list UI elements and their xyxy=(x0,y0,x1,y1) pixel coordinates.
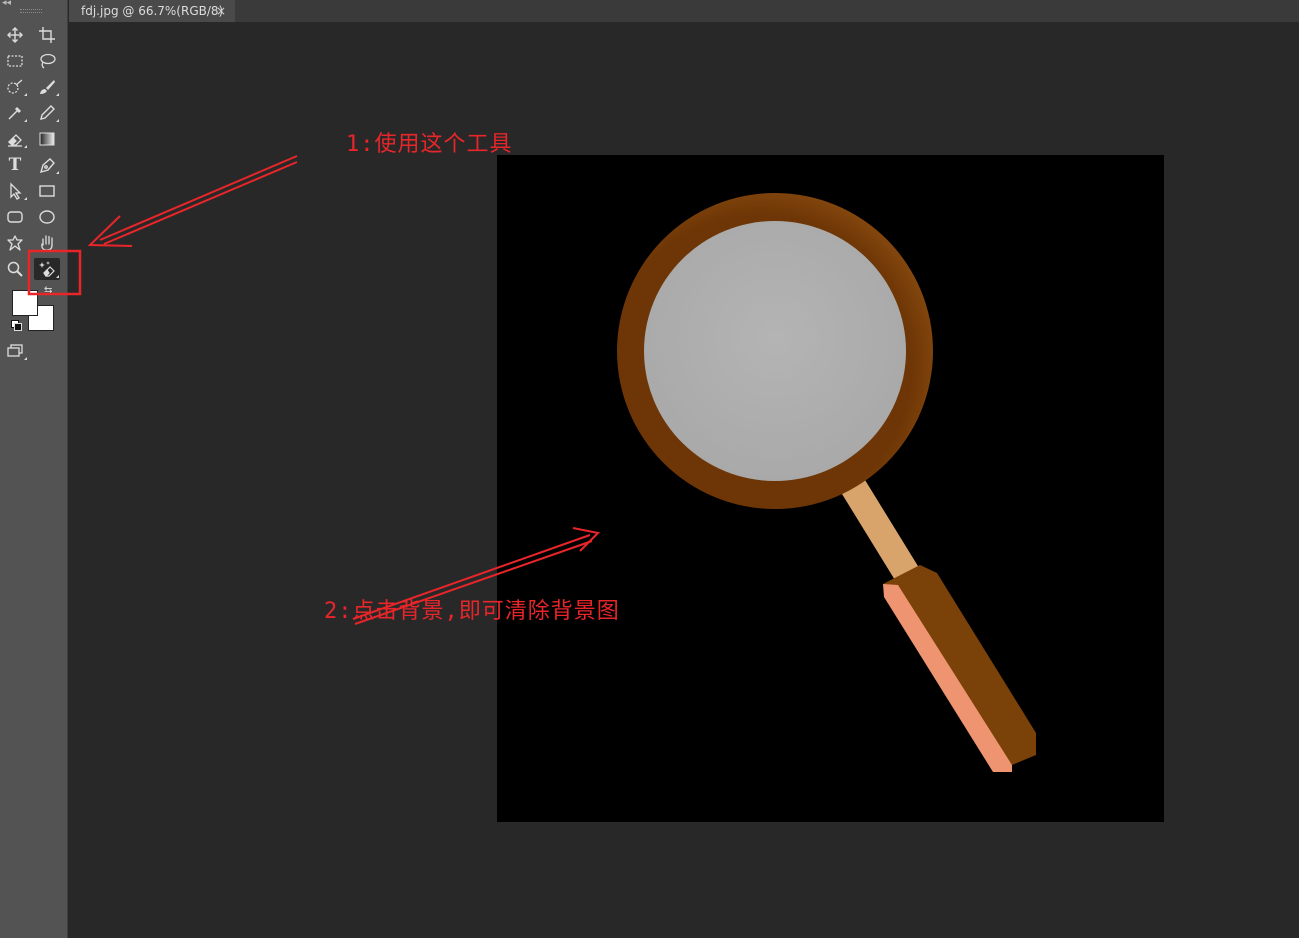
type-tool[interactable]: T xyxy=(2,154,28,176)
annotation-step-2: 2:点击背景,即可清除背景图 xyxy=(324,599,620,624)
magic-eraser-icon xyxy=(39,261,55,277)
foreground-color-swatch[interactable] xyxy=(12,290,38,316)
document-tab[interactable]: fdj.jpg @ 66.7%(RGB/8) × xyxy=(69,0,235,22)
lasso-icon xyxy=(40,53,56,69)
rectangle-icon xyxy=(39,185,55,197)
eyedropper-tool[interactable] xyxy=(2,102,28,124)
magic-eraser-tool[interactable] xyxy=(34,258,60,280)
screen-mode-tool[interactable] xyxy=(2,340,28,362)
rectangular-marquee-tool[interactable] xyxy=(2,50,28,72)
ellipse-icon xyxy=(39,210,55,224)
gradient-icon xyxy=(39,132,55,146)
arrow-pointer-icon xyxy=(10,182,22,200)
image-canvas[interactable] xyxy=(497,155,1164,822)
handle-grip xyxy=(883,565,1036,765)
pencil-tool[interactable] xyxy=(34,102,60,124)
annotation-step-1: 1:使用这个工具 xyxy=(346,132,513,157)
eyedropper-icon xyxy=(8,106,22,120)
rectangle-tool[interactable] xyxy=(34,180,60,202)
crop-icon xyxy=(39,27,55,43)
document-tab-bar: fdj.jpg @ 66.7%(RGB/8) × xyxy=(69,0,1299,22)
pen-tool[interactable] xyxy=(34,154,60,176)
document-tab-title: fdj.jpg @ 66.7%(RGB/8) xyxy=(81,4,224,18)
gradient-tool[interactable] xyxy=(34,128,60,150)
brush-tool[interactable] xyxy=(34,76,60,98)
hand-icon xyxy=(41,235,53,251)
quick-selection-icon xyxy=(7,79,23,94)
eraser-icon xyxy=(8,134,22,147)
hand-tool[interactable] xyxy=(34,232,60,254)
collapse-panel-icon[interactable]: ◂◂ xyxy=(2,0,11,8)
marquee-icon xyxy=(7,55,23,67)
zoom-icon xyxy=(7,261,23,277)
ellipse-tool[interactable] xyxy=(34,206,60,228)
crop-tool[interactable] xyxy=(34,24,60,46)
quick-selection-tool[interactable] xyxy=(2,76,28,98)
lens-glass xyxy=(644,221,906,481)
path-selection-tool[interactable] xyxy=(2,180,28,202)
lasso-tool[interactable] xyxy=(34,50,60,72)
custom-shape-icon xyxy=(7,235,23,251)
eraser-tool[interactable] xyxy=(2,128,28,150)
close-tab-icon[interactable]: × xyxy=(216,0,226,22)
rounded-rectangle-icon xyxy=(7,211,23,223)
zoom-tool[interactable] xyxy=(2,258,28,280)
custom-shape-tool[interactable] xyxy=(2,232,28,254)
default-colors-icon[interactable] xyxy=(11,320,22,331)
pen-icon xyxy=(39,158,55,174)
tools-panel: ◂◂ T ⇆ xyxy=(0,0,68,938)
swap-colors-icon[interactable]: ⇆ xyxy=(44,285,52,296)
type-icon: T xyxy=(8,155,22,175)
pencil-icon xyxy=(40,105,55,120)
move-tool[interactable] xyxy=(2,24,28,46)
panel-grip[interactable] xyxy=(20,9,42,13)
arrow-to-tool xyxy=(87,155,298,247)
rounded-rectangle-tool[interactable] xyxy=(2,206,28,228)
screen-mode-icon xyxy=(7,344,23,357)
magnifying-glass-image xyxy=(617,193,1036,772)
move-icon xyxy=(7,27,23,43)
brush-icon xyxy=(40,80,55,94)
